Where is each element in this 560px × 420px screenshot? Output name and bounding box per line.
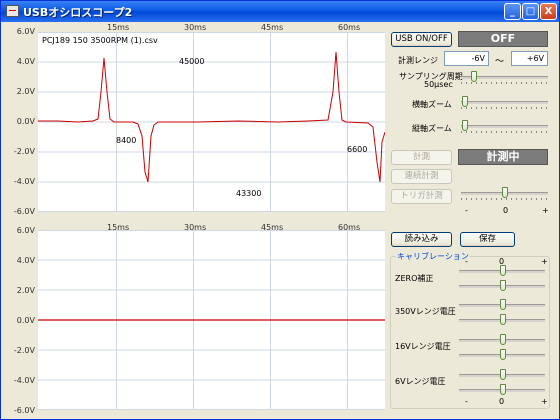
usb-onoff-button[interactable]: USB ON/OFF <box>391 32 452 47</box>
top-x-tick: 45ms <box>261 23 284 32</box>
slider-thumb[interactable] <box>500 299 506 310</box>
save-button[interactable]: 保存 <box>460 232 515 247</box>
bottom-x-tick: 60ms <box>338 223 361 232</box>
slider-thumb[interactable] <box>500 369 506 380</box>
title-bar: USBオシロスコープ2 _ □ X <box>1 1 559 22</box>
top-y-tick: -2.0V <box>13 147 35 156</box>
zero-correction-slider-2[interactable] <box>459 280 545 292</box>
top-x-tick: 30ms <box>184 23 207 32</box>
trigger-scale-minus: - <box>465 206 468 215</box>
measure-status-display: 計測中 <box>458 149 548 165</box>
bottom-y-tick: 2.0V <box>16 286 35 295</box>
v6-slider-1[interactable] <box>459 369 545 381</box>
slider-ticks <box>461 107 548 109</box>
close-button[interactable]: X <box>540 3 557 20</box>
annotation-6600: 6600 <box>347 145 368 154</box>
slider-track <box>461 101 548 104</box>
top-y-tick: 6.0V <box>16 27 35 36</box>
annotation-43300: 43300 <box>236 189 262 198</box>
slider-track <box>461 125 548 128</box>
range-label: 計測レンジ <box>398 56 438 65</box>
v16-slider-2[interactable] <box>459 349 545 361</box>
slider-thumb[interactable] <box>500 280 506 291</box>
v350-range-label: 350Vレンジ電圧 <box>395 307 456 316</box>
load-button[interactable]: 読み込み <box>391 232 452 247</box>
v6-range-label: 6Vレンジ電圧 <box>395 377 446 386</box>
slider-ticks <box>461 82 548 84</box>
top-x-tick: 60ms <box>338 23 361 32</box>
trigger-scale-plus: + <box>542 206 549 215</box>
bottom-y-tick: 6.0V <box>16 226 35 235</box>
trigger-scale-zero: 0 <box>503 206 509 215</box>
calib-bottom-minus: - <box>465 397 468 406</box>
top-y-tick: -6.0V <box>13 207 35 216</box>
vzoom-slider[interactable] <box>461 120 548 133</box>
window-title: USBオシロスコープ2 <box>23 6 133 19</box>
slider-thumb[interactable] <box>500 384 506 395</box>
calib-bottom-plus: + <box>541 397 548 406</box>
bottom-y-tick: 4.0V <box>16 256 35 265</box>
top-x-tick: 15ms <box>107 23 130 32</box>
v16-range-label: 16Vレンジ電圧 <box>395 342 451 351</box>
slider-thumb[interactable] <box>500 265 506 276</box>
top-y-tick: 2.0V <box>16 87 35 96</box>
range-max-input[interactable]: +6V <box>511 51 548 66</box>
v350-slider-2[interactable] <box>459 314 545 326</box>
bottom-y-tick: -6.0V <box>13 406 35 415</box>
top-trace <box>38 51 385 183</box>
hzoom-label: 横軸ズーム <box>412 100 452 109</box>
v350-slider-1[interactable] <box>459 299 545 311</box>
bottom-x-tick: 45ms <box>261 223 284 232</box>
continuous-measure-button[interactable]: 連続計測 <box>391 169 452 184</box>
minimize-button[interactable]: _ <box>504 3 521 20</box>
slider-thumb[interactable] <box>462 120 468 131</box>
vzoom-label: 縦軸ズーム <box>412 124 452 133</box>
annotation-8400: 8400 <box>116 136 137 145</box>
trigger-level-slider[interactable] <box>461 187 548 200</box>
bottom-x-tick: 30ms <box>184 223 207 232</box>
slider-thumb[interactable] <box>471 71 477 82</box>
slider-thumb[interactable] <box>500 314 506 325</box>
zero-correction-slider-1[interactable] <box>459 265 545 277</box>
bottom-y-tick: 0.0V <box>16 316 35 325</box>
bottom-waveform-plot <box>38 230 385 410</box>
hzoom-slider[interactable] <box>461 96 548 109</box>
calib-bottom-zero: 0 <box>499 397 505 406</box>
v6-slider-2[interactable] <box>459 384 545 396</box>
bottom-plot-svg <box>38 230 385 410</box>
top-y-tick: 4.0V <box>16 57 35 66</box>
range-tilde: 〜 <box>495 57 505 67</box>
measure-button[interactable]: 計測 <box>391 150 452 165</box>
app-window: USBオシロスコープ2 _ □ X PCJ189 150 3500RPM (1)… <box>0 0 560 420</box>
top-y-tick: 0.0V <box>16 117 35 126</box>
top-waveform-plot: PCJ189 150 3500RPM (1).csv 45000 8400 66… <box>38 32 385 212</box>
range-min-input[interactable]: -6V <box>444 51 489 66</box>
sampling-slider[interactable] <box>461 71 548 84</box>
trigger-measure-button[interactable]: トリガ計測 <box>391 189 452 204</box>
v16-slider-1[interactable] <box>459 334 545 346</box>
annotation-45000: 45000 <box>179 57 205 66</box>
calibration-title: キャリブレーション <box>396 251 470 262</box>
sampling-value: 50μsec <box>424 80 453 89</box>
bottom-y-tick: -4.0V <box>13 376 35 385</box>
zero-correction-label: ZERO補正 <box>395 274 434 283</box>
app-icon <box>6 5 19 17</box>
bottom-x-tick: 15ms <box>107 223 130 232</box>
bottom-y-tick: -2.0V <box>13 346 35 355</box>
slider-thumb[interactable] <box>500 334 506 345</box>
slider-thumb[interactable] <box>500 349 506 360</box>
top-y-tick: -4.0V <box>13 177 35 186</box>
top-plot-svg <box>38 32 385 212</box>
slider-thumb[interactable] <box>462 96 468 107</box>
usb-status-display: OFF <box>458 31 548 47</box>
slider-thumb[interactable] <box>502 187 508 198</box>
slider-ticks <box>461 198 548 200</box>
file-name-label: PCJ189 150 3500RPM (1).csv <box>42 36 158 45</box>
slider-ticks <box>461 131 548 133</box>
maximize-button[interactable]: □ <box>522 3 539 20</box>
